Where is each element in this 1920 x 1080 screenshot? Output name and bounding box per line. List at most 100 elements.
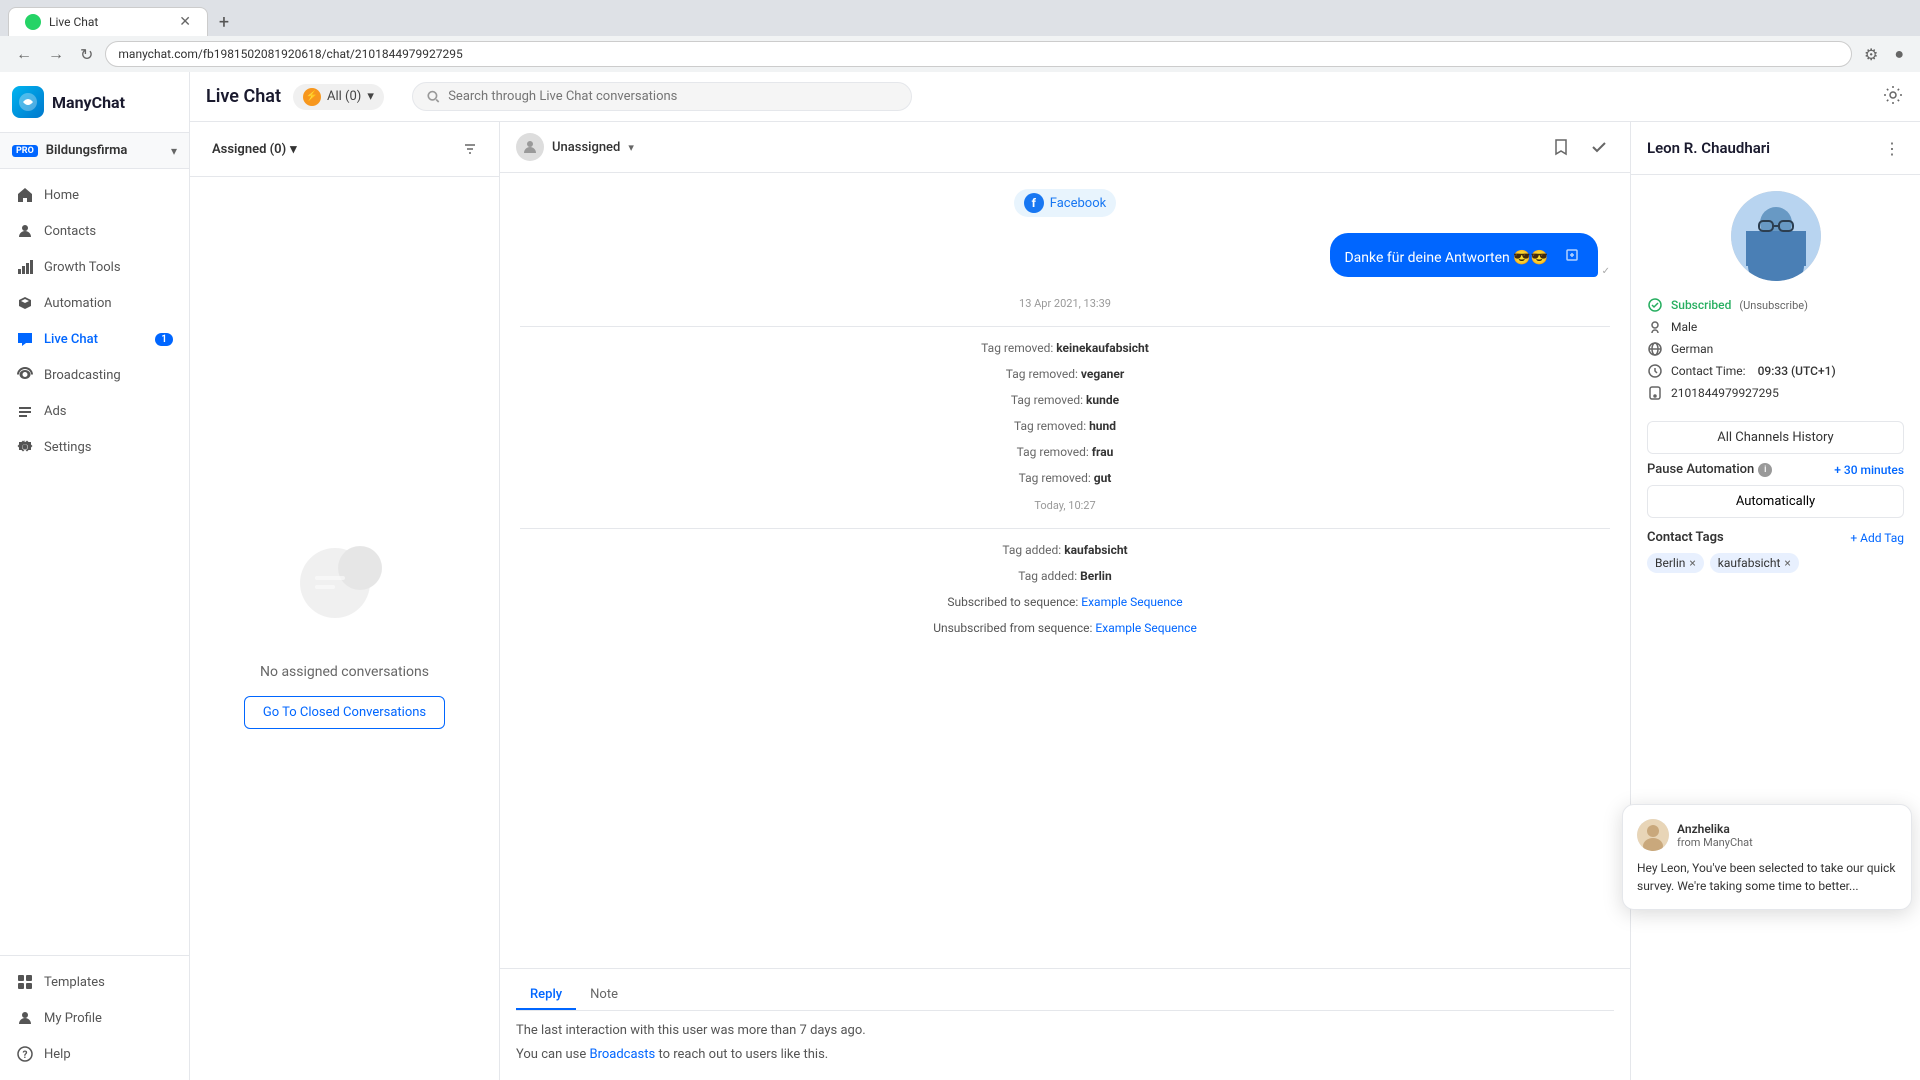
conversation-body: f Facebook Danke für deine Antworten 😎😎 xyxy=(500,173,1630,968)
new-tab-button[interactable]: + xyxy=(208,8,240,36)
sidebar-item-growth-tools[interactable]: Growth Tools xyxy=(0,249,189,285)
broadcasts-link[interactable]: Broadcasts xyxy=(589,1047,655,1062)
pause-info-badge[interactable]: i xyxy=(1758,463,1772,477)
tag-pill-berlin: Berlin × xyxy=(1647,553,1704,573)
workspace-badge: PRO xyxy=(12,145,38,157)
reply-info-2: You can use Broadcasts to reach out to u… xyxy=(516,1045,1614,1065)
address-text: manychat.com/fb198150208192061​8/chat/21… xyxy=(118,47,462,61)
back-button[interactable]: ← xyxy=(12,42,36,66)
divider-2 xyxy=(520,528,1610,529)
sidebar-item-label-settings: Settings xyxy=(44,440,91,455)
channel-badge: f Facebook xyxy=(1014,189,1116,217)
tag-pill-label-kaufabsicht: kaufabsicht xyxy=(1718,556,1781,570)
growth-tools-icon xyxy=(16,258,34,276)
add-tag-button[interactable]: + Add Tag xyxy=(1850,531,1904,545)
sidebar-item-contacts[interactable]: Contacts xyxy=(0,213,189,249)
sidebar-item-label-ads: Ads xyxy=(44,404,67,419)
sort-button[interactable] xyxy=(455,134,485,164)
broadcasting-icon xyxy=(16,366,34,384)
live-chat-badge: 1 xyxy=(155,333,173,346)
address-bar[interactable]: manychat.com/fb198150208192061​8/chat/21… xyxy=(105,41,1852,67)
templates-icon xyxy=(16,973,34,991)
sequence-link-2[interactable]: Example Sequence xyxy=(1095,621,1196,635)
assigned-filter-label: Assigned (0) xyxy=(212,142,286,157)
contact-time-value: 09:33 (UTC+1) xyxy=(1758,364,1836,378)
sequence-link-1[interactable]: Example Sequence xyxy=(1081,595,1182,609)
reply-tab-note[interactable]: Note xyxy=(576,981,632,1010)
pause-automation-section: Pause Automation i + 30 minutes Automati… xyxy=(1631,462,1920,530)
sidebar-item-settings[interactable]: Settings xyxy=(0,429,189,465)
assigned-filter-dropdown[interactable]: Assigned (0) ▾ xyxy=(204,138,305,161)
sidebar-item-ads[interactable]: Ads xyxy=(0,393,189,429)
favicon-icon xyxy=(25,14,41,30)
extensions-button[interactable]: ⚙ xyxy=(1860,43,1882,66)
plus-30-minutes-button[interactable]: + 30 minutes xyxy=(1834,463,1904,477)
tag-value-7: kaufabsicht xyxy=(1064,543,1127,557)
live-chat-icon xyxy=(16,330,34,348)
go-to-closed-conversations-button[interactable]: Go To Closed Conversations xyxy=(244,696,445,729)
nav-bar: ← → ↻ manychat.com/fb198150208192061​8/c… xyxy=(0,36,1920,72)
search-input[interactable] xyxy=(448,89,897,104)
notification-text: Hey Leon, You've been selected to take o… xyxy=(1637,859,1897,895)
notification-popup: Anzhelika from ManyChat Hey Leon, You've… xyxy=(1630,804,1912,910)
divider xyxy=(520,326,1610,327)
channel-filter-dropdown[interactable]: ⚡ All (0) ▾ xyxy=(293,84,384,110)
home-icon xyxy=(16,186,34,204)
empty-chat-icon xyxy=(285,528,405,648)
message-read-check: ✓ xyxy=(1602,266,1610,277)
tag-remove-kaufabsicht[interactable]: × xyxy=(1784,556,1790,570)
language-value: German xyxy=(1671,342,1713,356)
sidebar-item-live-chat[interactable]: Live Chat 1 xyxy=(0,321,189,357)
sidebar-item-label-profile: My Profile xyxy=(44,1011,102,1026)
gender-value: Male xyxy=(1671,320,1697,334)
tab-bar: Live Chat ✕ + xyxy=(0,0,1920,36)
sidebar-item-label-livechat: Live Chat xyxy=(44,332,98,347)
tag-pill-kaufabsicht: kaufabsicht × xyxy=(1710,553,1799,573)
tag-event-3: Tag removed: kunde xyxy=(520,391,1610,409)
sidebar-item-help[interactable]: ? Help xyxy=(0,1036,189,1072)
sidebar-bottom: Templates My Profile ? Help xyxy=(0,955,189,1080)
settings-icon xyxy=(16,438,34,456)
assignee-name: Unassigned xyxy=(552,140,620,155)
tag-pill-label-berlin: Berlin xyxy=(1655,556,1685,570)
check-button[interactable] xyxy=(1584,132,1614,162)
tag-remove-berlin[interactable]: × xyxy=(1689,556,1695,570)
reply-info-prefix: You can use xyxy=(516,1047,589,1062)
pause-automation-header: Pause Automation i + 30 minutes xyxy=(1647,462,1904,477)
message-action-button[interactable] xyxy=(1560,243,1584,267)
automatically-button[interactable]: Automatically xyxy=(1647,485,1904,518)
channel-name: Facebook xyxy=(1050,196,1106,211)
gender-icon xyxy=(1647,319,1663,335)
assignee-dropdown[interactable]: Unassigned ▾ xyxy=(516,133,634,161)
tag-event-8: Tag added: Berlin xyxy=(520,567,1610,585)
workspace-selector[interactable]: PRO Bildungsfirma ▾ xyxy=(0,133,189,169)
all-channels-history-button[interactable]: All Channels History xyxy=(1647,421,1904,454)
tag-value-6: gut xyxy=(1094,471,1112,485)
browser-tab-active[interactable]: Live Chat ✕ xyxy=(8,7,208,36)
bookmark-button[interactable] xyxy=(1546,132,1576,162)
sidebar-item-automation[interactable]: Automation xyxy=(0,285,189,321)
pause-automation-label: Pause Automation xyxy=(1647,462,1754,477)
reload-button[interactable]: ↻ xyxy=(76,43,97,66)
sidebar-item-my-profile[interactable]: My Profile xyxy=(0,1000,189,1036)
sidebar-item-label-broadcasting: Broadcasting xyxy=(44,368,121,383)
reply-tab-reply[interactable]: Reply xyxy=(516,981,576,1010)
sidebar-item-templates[interactable]: Templates xyxy=(0,964,189,1000)
tag-event-7: Tag added: kaufabsicht xyxy=(520,541,1610,559)
tab-close-button[interactable]: ✕ xyxy=(179,14,191,30)
sidebar-item-home[interactable]: Home xyxy=(0,177,189,213)
notification-from-company: from ManyChat xyxy=(1677,836,1753,849)
profile-button[interactable]: ● xyxy=(1890,42,1908,66)
sidebar-item-broadcasting[interactable]: Broadcasting xyxy=(0,357,189,393)
right-panel: Leon R. Chaudhari ⋮ xyxy=(1630,122,1920,1080)
tag-value-4: hund xyxy=(1089,419,1116,433)
contact-options-button[interactable]: ⋮ xyxy=(1880,136,1904,160)
tag-value-3: kunde xyxy=(1086,393,1119,407)
sidebar-item-label-automation: Automation xyxy=(44,296,112,311)
unsubscribe-link[interactable]: (Unsubscribe) xyxy=(1739,299,1808,312)
language-row: German xyxy=(1647,341,1904,357)
forward-button[interactable]: → xyxy=(44,42,68,66)
search-bar[interactable] xyxy=(412,82,912,111)
settings-gear-button[interactable] xyxy=(1882,84,1904,110)
filter-button[interactable] xyxy=(419,134,449,164)
